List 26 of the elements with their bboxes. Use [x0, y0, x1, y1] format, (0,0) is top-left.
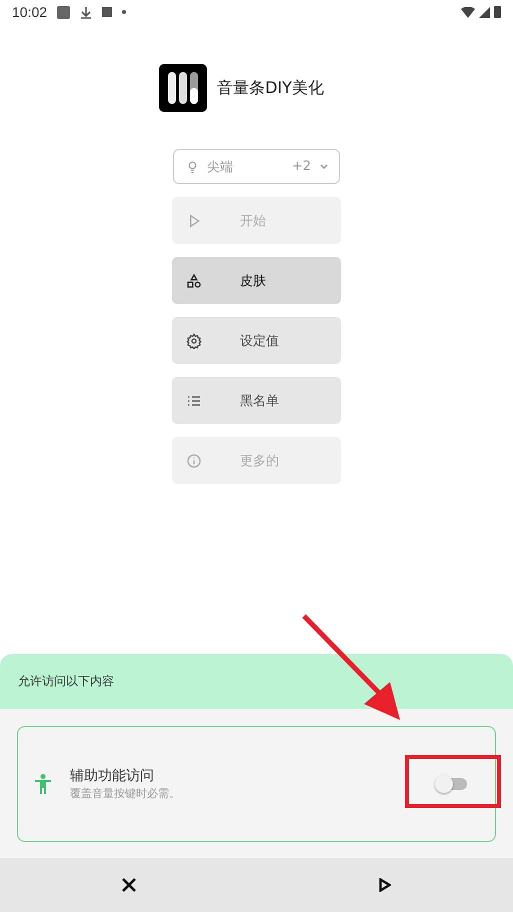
permission-title: 辅助功能访问 [70, 767, 155, 785]
chevron-down-icon [319, 162, 329, 172]
status-time: 10:02 [12, 4, 48, 20]
permission-description: 覆盖音量按键时必需。 [70, 786, 181, 801]
menu-button[interactable]: 设定值 [172, 317, 341, 364]
extra-count: +2 [292, 159, 311, 174]
wifi-icon [461, 6, 475, 18]
download-icon [80, 6, 92, 18]
close-icon [122, 878, 136, 892]
menu-button[interactable]: 皮肤 [172, 257, 341, 304]
app-notification-icon [57, 6, 70, 18]
accessibility-icon [34, 774, 52, 794]
sheet-title: 允许访问以下内容 [18, 673, 114, 690]
info-icon [186, 452, 202, 468]
toggle-switch[interactable] [437, 778, 467, 790]
settings-icon [186, 332, 202, 348]
app-title: 音量条DIY美化 [217, 78, 324, 98]
shapes-icon [186, 272, 202, 288]
menu-button[interactable]: 黑名单 [172, 377, 341, 424]
lightbulb-icon [186, 160, 199, 174]
signal-icon [479, 6, 490, 18]
battery-icon [494, 6, 501, 18]
dot-icon [122, 10, 126, 14]
play-icon [379, 878, 392, 892]
notification-icon [102, 7, 112, 17]
app-logo [159, 64, 208, 112]
